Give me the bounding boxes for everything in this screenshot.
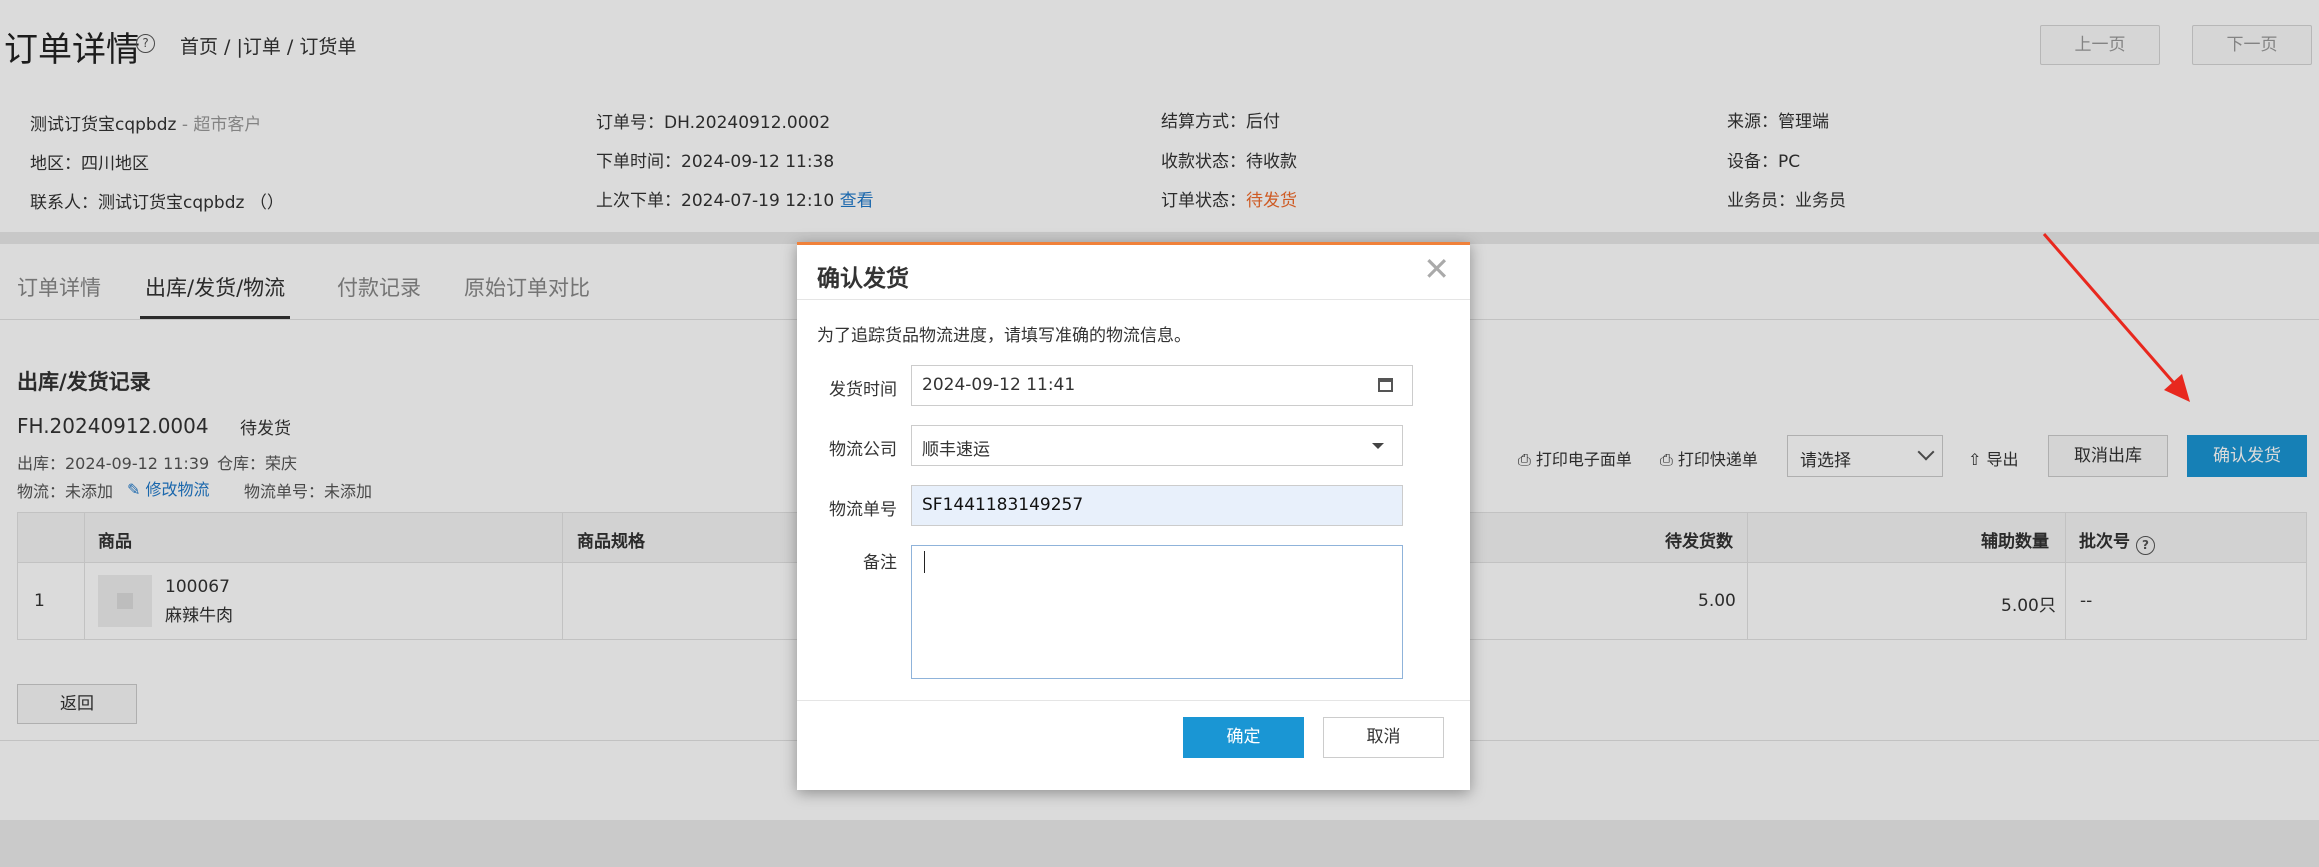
- remark-label: 备注: [863, 553, 897, 573]
- remark-textarea[interactable]: [911, 545, 1403, 679]
- carrier-select[interactable]: 顺丰速运: [911, 425, 1403, 466]
- carrier-value: 顺丰速运: [922, 440, 990, 460]
- tracking-number-input[interactable]: SF1441183149257: [911, 485, 1403, 526]
- dialog-header: 确认发货 ✕: [797, 245, 1470, 300]
- dialog-hint: 为了追踪货品物流进度，请填写准确的物流信息。: [817, 326, 1191, 346]
- caret-down-icon: [1372, 443, 1384, 449]
- tracking-label: 物流单号: [829, 500, 897, 520]
- close-icon[interactable]: ✕: [1423, 251, 1450, 287]
- calendar-icon: [1378, 378, 1393, 392]
- text-cursor: [924, 551, 925, 573]
- ship-time-input[interactable]: 2024-09-12 11:41: [911, 365, 1359, 406]
- annotation-arrow: [2042, 233, 2190, 402]
- cancel-button[interactable]: 取消: [1323, 717, 1444, 758]
- confirm-button[interactable]: 确定: [1183, 717, 1304, 758]
- calendar-button[interactable]: [1358, 365, 1413, 406]
- confirm-shipping-dialog: 确认发货 ✕ 为了追踪货品物流进度，请填写准确的物流信息。 发货时间 2024-…: [797, 242, 1470, 790]
- carrier-label: 物流公司: [829, 440, 897, 460]
- dialog-footer-divider: [797, 700, 1470, 701]
- dialog-title: 确认发货: [817, 266, 909, 292]
- ship-time-label: 发货时间: [829, 380, 897, 400]
